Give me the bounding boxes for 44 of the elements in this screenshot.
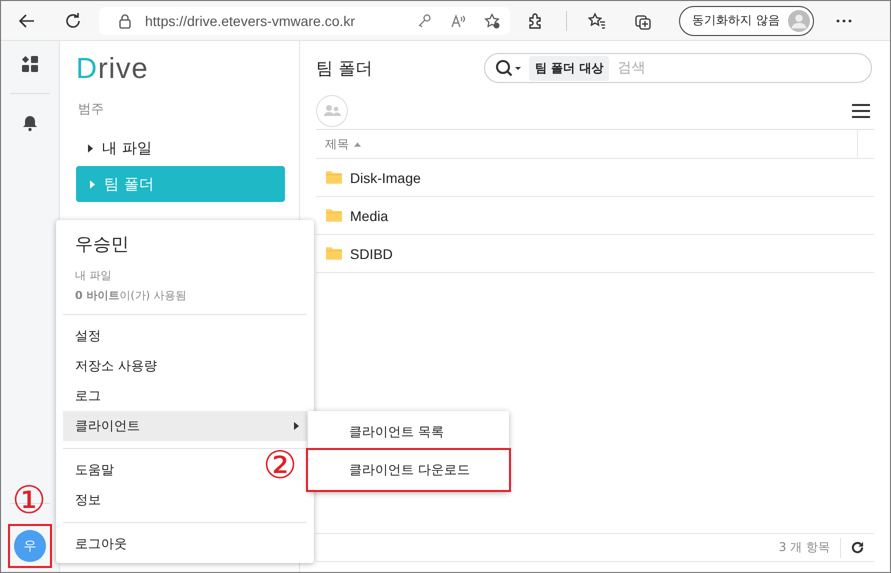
read-aloud-icon[interactable]	[450, 12, 466, 28]
user-files-label: 내 파일	[74, 268, 112, 284]
address-bar[interactable]: https://drive.etevers-vmware.co.kr	[99, 6, 510, 34]
submenu-item[interactable]: 클라이언트 목록	[308, 417, 509, 447]
menu-item[interactable]: 도움말	[63, 455, 120, 485]
category-heading: 범주	[78, 101, 105, 118]
folder-name[interactable]: Media	[350, 208, 388, 224]
folder-icon	[326, 209, 342, 222]
search-field[interactable]: 팀 폴더 대상 검색	[484, 53, 872, 83]
menu-icon[interactable]	[852, 104, 870, 118]
search-scope-chip: 팀 폴더 대상	[529, 56, 610, 80]
folder-name[interactable]: SDIBD	[350, 246, 393, 262]
user-name: 우승민	[74, 233, 130, 256]
profile-avatar-icon	[788, 10, 810, 32]
drive-logo: Drive	[76, 53, 150, 86]
refresh-icon[interactable]	[63, 10, 83, 30]
column-header[interactable]: 제목	[316, 130, 857, 158]
url-text: https://drive.etevers-vmware.co.kr	[145, 12, 356, 28]
menu-item[interactable]: 클라이언트	[63, 411, 307, 441]
favorites-icon[interactable]	[587, 10, 608, 30]
search-input[interactable]: 검색	[615, 59, 861, 77]
nav-item[interactable]: 내 파일	[76, 130, 285, 166]
profile-button[interactable]: 동기화하지 않음	[679, 6, 814, 36]
menu-item[interactable]: 설정	[63, 321, 107, 351]
folder-name[interactable]: Disk-Image	[350, 170, 421, 186]
bell-icon[interactable]	[21, 114, 39, 132]
menu-item[interactable]: 정보	[63, 485, 107, 515]
page-title: 팀 폴더	[316, 58, 374, 80]
step-number: ②	[263, 446, 298, 484]
menu-item[interactable]: 로그	[63, 381, 107, 411]
search-icon[interactable]	[495, 59, 521, 77]
folder-icon	[326, 247, 342, 260]
storage-usage-text: 0 바이트이(가) 사용됨	[74, 288, 188, 304]
key-icon[interactable]	[416, 12, 432, 28]
step-number: ①	[12, 481, 46, 519]
submenu-item[interactable]: 클라이언트 다운로드	[306, 448, 511, 492]
menu-item[interactable]: 저장소 사용량	[63, 351, 164, 381]
lock-icon	[117, 12, 133, 28]
item-count: 3 개 항목	[778, 539, 830, 556]
add-favorite-icon[interactable]	[484, 12, 500, 28]
menu-item[interactable]: 로그아웃	[63, 529, 133, 559]
folder-icon	[326, 171, 342, 184]
apps-icon[interactable]	[21, 55, 39, 73]
refresh-icon[interactable]	[851, 541, 864, 554]
